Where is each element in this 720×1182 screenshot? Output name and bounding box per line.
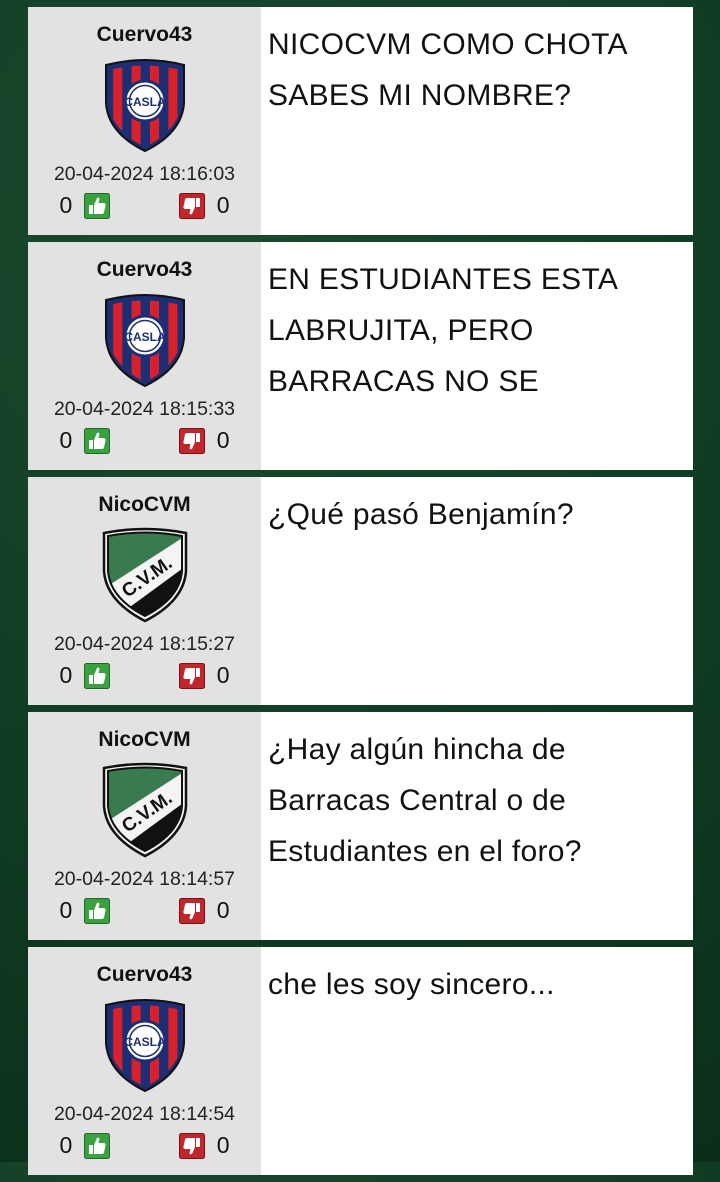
- post-message: EN ESTUDIANTES ESTA LABRUJITA, PERO BARR…: [268, 263, 617, 398]
- thumbs-up-icon[interactable]: [84, 897, 111, 924]
- vote-bar: 0 0: [60, 897, 230, 924]
- post-timestamp: 20-04-2024 18:15:27: [53, 633, 236, 655]
- username[interactable]: NicoCVM: [98, 728, 190, 752]
- thumbs-up-icon[interactable]: [84, 1132, 111, 1159]
- post-message: NICOCVM COMO CHOTA SABES MI NOMBRE?: [268, 28, 627, 112]
- username[interactable]: NicoCVM: [98, 493, 190, 517]
- club-crest-icon: CASLA: [104, 999, 185, 1093]
- like-count: 0: [59, 192, 73, 218]
- post-message: ¿Hay algún hincha de Barracas Central o …: [268, 733, 582, 868]
- crest-label: CASLA: [124, 1035, 166, 1049]
- username[interactable]: Cuervo43: [97, 23, 193, 47]
- dislike-count: 0: [216, 662, 230, 688]
- author-panel: NicoCVM C.V.M. 20-04-2024 18:14:57 0 0: [28, 712, 261, 940]
- author-panel: Cuervo43 CASLA 20-04-2024 18:16:03 0 0: [28, 7, 261, 235]
- post-timestamp: 20-04-2024 18:16:03: [53, 163, 236, 185]
- vote-bar: 0 0: [60, 662, 230, 689]
- thumbs-down-icon[interactable]: [178, 662, 205, 689]
- post-feed: Cuervo43 CASLA 20-04-2024 18:16:03 0 0 N…: [28, 7, 693, 1182]
- post-message: ¿Qué pasó Benjamín?: [268, 498, 574, 531]
- thumbs-down-icon[interactable]: [178, 1132, 205, 1159]
- vote-bar: 0 0: [60, 192, 230, 219]
- vote-bar: 0 0: [60, 427, 230, 454]
- username[interactable]: Cuervo43: [97, 258, 193, 282]
- post: NicoCVM C.V.M. 20-04-2024 18:15:27 0 0 ¿…: [28, 477, 693, 705]
- dislike-count: 0: [216, 427, 230, 453]
- club-crest-icon: CASLA: [104, 294, 185, 388]
- dislike-count: 0: [216, 192, 230, 218]
- author-panel: NicoCVM C.V.M. 20-04-2024 18:15:27 0 0: [28, 477, 261, 705]
- crest-label: CASLA: [124, 95, 166, 109]
- like-count: 0: [59, 1132, 73, 1158]
- club-crest-icon: C.V.M.: [102, 527, 187, 623]
- crest-label: CASLA: [124, 330, 166, 344]
- thumbs-down-icon[interactable]: [178, 897, 205, 924]
- like-count: 0: [59, 662, 73, 688]
- author-panel: Cuervo43 CASLA 20-04-2024 18:14:54 0 0: [28, 947, 261, 1175]
- author-panel: Cuervo43 CASLA 20-04-2024 18:15:33 0 0: [28, 242, 261, 470]
- thumbs-up-icon[interactable]: [84, 192, 111, 219]
- dislike-count: 0: [216, 897, 230, 923]
- post: Cuervo43 CASLA 20-04-2024 18:14:54 0 0 c…: [28, 947, 693, 1175]
- post-message: che les soy sincero...: [268, 968, 555, 1001]
- like-count: 0: [59, 897, 73, 923]
- post: Cuervo43 CASLA 20-04-2024 18:16:03 0 0 N…: [28, 7, 693, 235]
- club-crest-icon: CASLA: [104, 59, 185, 153]
- post: NicoCVM C.V.M. 20-04-2024 18:14:57 0 0 ¿…: [28, 712, 693, 940]
- post: Cuervo43 CASLA 20-04-2024 18:15:33 0 0 E…: [28, 242, 693, 470]
- thumbs-down-icon[interactable]: [178, 192, 205, 219]
- thumbs-up-icon[interactable]: [84, 662, 111, 689]
- username[interactable]: Cuervo43: [97, 963, 193, 987]
- vote-bar: 0 0: [60, 1132, 230, 1159]
- thumbs-up-icon[interactable]: [84, 427, 111, 454]
- dislike-count: 0: [216, 1132, 230, 1158]
- like-count: 0: [59, 427, 73, 453]
- post-timestamp: 20-04-2024 18:14:54: [53, 1103, 236, 1125]
- club-crest-icon: C.V.M.: [102, 762, 187, 858]
- post-timestamp: 20-04-2024 18:15:33: [53, 398, 236, 420]
- post-timestamp: 20-04-2024 18:14:57: [53, 868, 236, 890]
- thumbs-down-icon[interactable]: [178, 427, 205, 454]
